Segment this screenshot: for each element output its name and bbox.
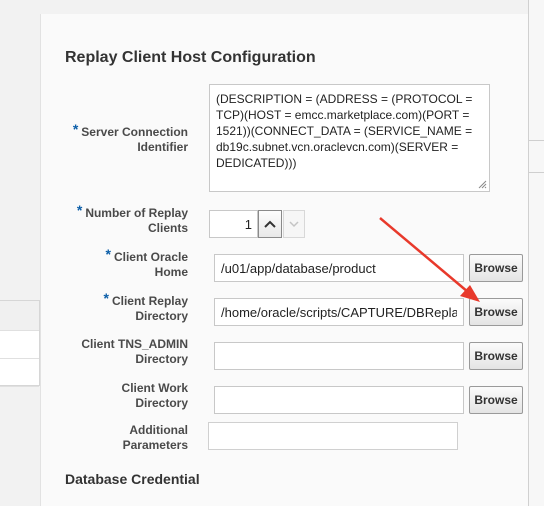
annotation-arrow-icon — [379, 217, 480, 302]
